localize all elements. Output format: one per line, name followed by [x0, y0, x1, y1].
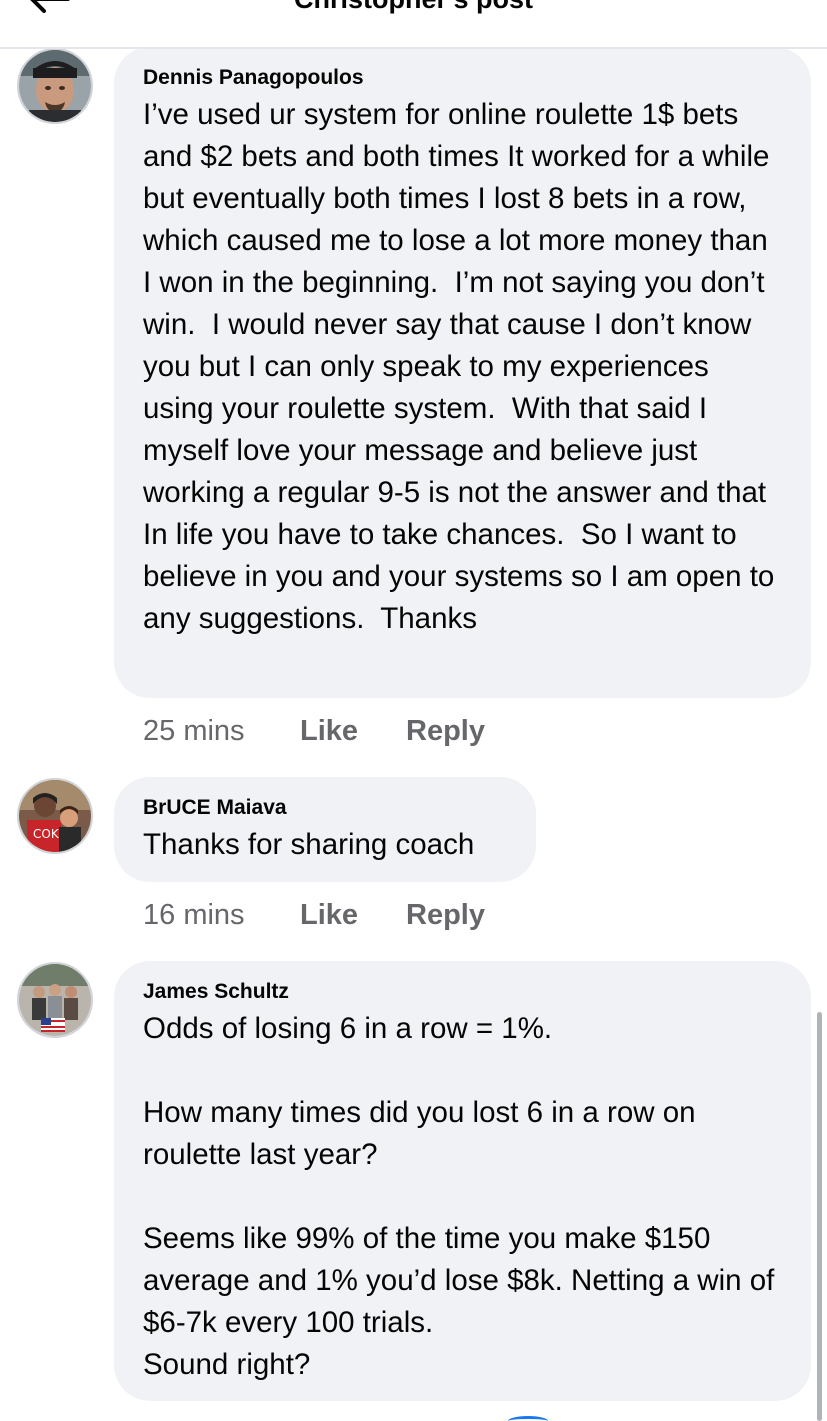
scrollbar[interactable] — [817, 1012, 822, 1421]
comment-author[interactable]: James Schultz — [143, 979, 783, 1005]
comment-timestamp[interactable]: 25 mins — [143, 714, 300, 748]
avatar[interactable] — [17, 962, 93, 1038]
comment-text: I’ve used ur system for online roulette … — [143, 98, 783, 635]
comment-bubble: BrUCE Maiava Thanks for sharing coach — [114, 777, 536, 882]
like-button[interactable]: Like — [300, 714, 406, 748]
comment-text: Thanks for sharing coach — [143, 828, 475, 861]
comment-author[interactable]: BrUCE Maiava — [143, 795, 508, 821]
comment-bubble: Dennis Panagopoulos I’ve used ur system … — [114, 47, 811, 698]
reply-button[interactable]: Reply — [406, 898, 485, 932]
comment-actions: 16 mins Like Reply — [143, 898, 485, 932]
avatar[interactable] — [17, 48, 93, 124]
like-button[interactable]: Like — [300, 898, 406, 932]
post-comments-page: Christopher's post Dennis Panagopoulos I… — [0, 0, 827, 1421]
comment-author[interactable]: Dennis Panagopoulos — [143, 65, 783, 91]
reply-button[interactable]: Reply — [406, 714, 485, 748]
comment-text: Odds of losing 6 in a row = 1%. How many… — [143, 1012, 775, 1381]
comment-actions: 25 mins Like Reply — [143, 714, 485, 748]
loading-indicator — [508, 1416, 548, 1421]
comment-bubble: James Schultz Odds of losing 6 in a row … — [114, 961, 811, 1401]
post-header: Christopher's post — [0, 0, 827, 49]
avatar[interactable]: COKE — [17, 778, 93, 854]
comment-timestamp[interactable]: 16 mins — [143, 898, 300, 932]
page-title: Christopher's post — [0, 0, 827, 15]
